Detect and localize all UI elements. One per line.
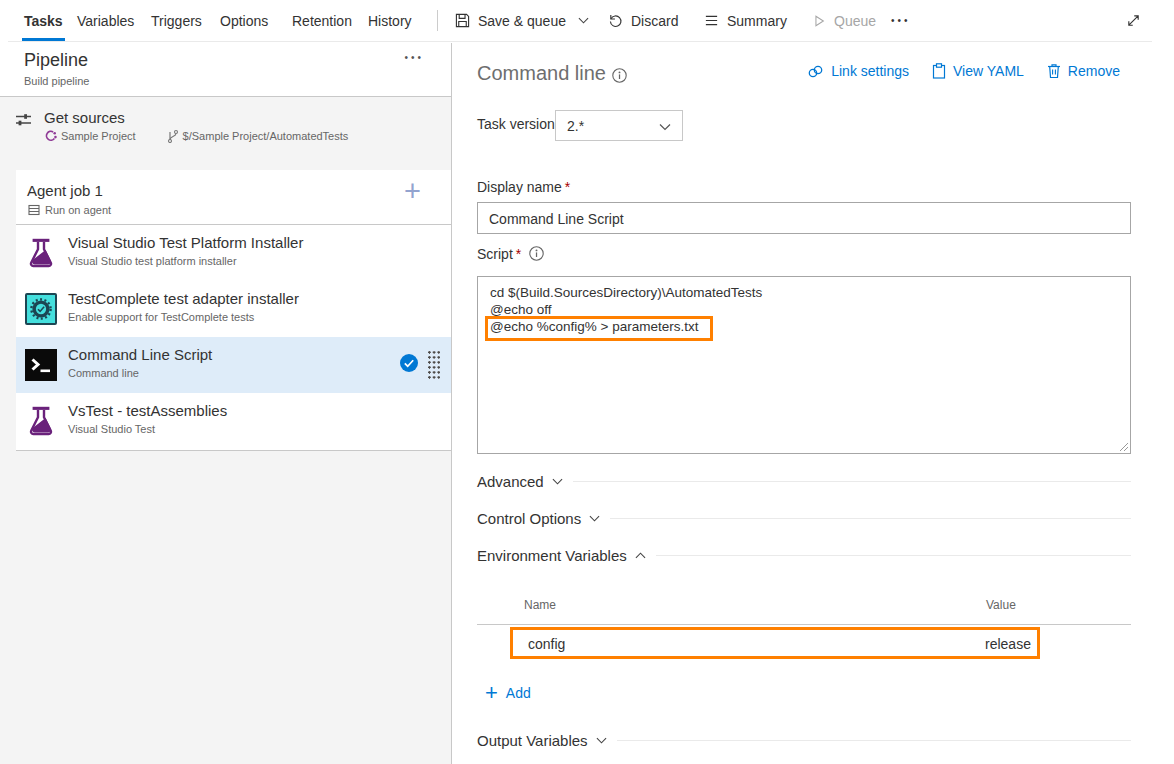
flask-icon [25,405,57,437]
env-table-name-header: Name [524,598,556,612]
chevron-down-icon [552,478,563,485]
chevron-down-icon [589,515,600,522]
tab-options[interactable]: Options [220,0,268,41]
task-row-testcomplete-adapter[interactable]: TestComplete test adapter installer Enab… [16,281,451,337]
more-actions-button[interactable]: ••• [891,0,911,41]
get-sources-title: Get sources [44,109,125,126]
link-icon [807,64,824,79]
task-row-vstest-platform-installer[interactable]: Visual Studio Test Platform Installer Vi… [16,225,451,281]
drag-handle[interactable] [428,351,440,380]
summary-button[interactable]: Summary [704,0,787,41]
tab-variables[interactable]: Variables [77,0,134,41]
tab-retention[interactable]: Retention [292,0,352,41]
section-environment-variables[interactable]: Environment Variables [477,547,1131,564]
pipeline-title: Pipeline [24,50,88,71]
list-icon [704,13,719,28]
agent-job-header[interactable]: Agent job 1 Run on agent + [16,170,451,225]
env-table-value-header: Value [986,598,1016,612]
fullscreen-icon[interactable] [1126,0,1141,41]
tab-history[interactable]: History [368,0,412,41]
pipeline-tree-panel: Pipeline Build pipeline ••• Get sources … [0,43,452,764]
clipboard-icon [932,63,946,79]
task-version-value: 2.* [567,118,584,134]
display-name-value: Command Line Script [489,211,624,227]
view-yaml-button[interactable]: View YAML [932,63,1024,79]
trash-icon [1047,63,1061,79]
env-row-highlight-annotation [510,627,1040,659]
display-name-label: Display name* [477,179,570,195]
top-toolbar: Tasks Variables Triggers Options Retenti… [0,0,1174,42]
pipeline-subtitle: Build pipeline [24,75,89,87]
section-output-variables[interactable]: Output Variables [477,732,1131,749]
plus-icon: + [485,684,498,702]
resize-grip-icon[interactable] [1119,442,1129,452]
pipeline-more-button[interactable]: ••• [404,52,424,63]
task-title: TestComplete test adapter installer [68,290,299,307]
script-textarea[interactable]: cd $(Build.SourcesDirectory)\AutomatedTe… [477,276,1131,454]
required-asterisk: * [516,246,521,262]
undo-icon [608,13,623,28]
script-line-2: @echo off [490,302,552,317]
branch-icon [166,129,179,143]
link-settings-button[interactable]: Link settings [807,63,909,79]
task-subtitle: Visual Studio Test [68,423,155,435]
task-title: Visual Studio Test Platform Installer [68,234,303,251]
get-sources-project: Sample Project [61,130,136,142]
pipeline-header[interactable]: Pipeline Build pipeline ••• [0,43,451,97]
required-asterisk: * [565,179,570,195]
section-advanced[interactable]: Advanced [477,473,1131,490]
chevron-down-icon [578,17,589,24]
chevron-up-icon [635,552,646,559]
script-line-1: cd $(Build.SourcesDirectory)\AutomatedTe… [490,285,762,300]
toolbar-divider [437,10,438,31]
task-row-command-line-script[interactable]: Command Line Script Command line [16,337,451,393]
display-name-input[interactable]: Command Line Script [477,202,1131,234]
agent-job-card: Agent job 1 Run on agent + Visual Studio… [16,170,451,451]
section-control-options[interactable]: Control Options [477,510,1131,527]
agent-job-title: Agent job 1 [27,182,103,199]
task-version-label: Task version [477,116,555,132]
task-settings-panel: Command line Link settings View YAML Rem… [452,43,1174,764]
task-title: VsTest - testAssemblies [68,402,227,419]
tab-tasks[interactable]: Tasks [24,0,63,41]
script-highlight-annotation [485,316,713,341]
queue-button[interactable]: Queue [812,0,876,41]
task-version-dropdown[interactable]: 2.* [555,110,683,141]
toolbar-bottom-border [8,41,1152,42]
terminal-icon [25,349,57,381]
save-and-queue-button[interactable]: Save & queue [455,0,589,41]
agent-job-subtitle: Run on agent [45,204,111,216]
save-icon [455,13,470,28]
info-icon[interactable] [612,68,627,83]
play-icon [812,14,826,28]
env-table-header-rule [477,624,1131,625]
task-subtitle: Enable support for TestComplete tests [68,311,254,323]
testcomplete-icon [25,293,57,325]
sliders-icon [15,112,32,128]
agent-icon [28,204,40,216]
discard-button[interactable]: Discard [608,0,678,41]
remove-button[interactable]: Remove [1047,63,1120,79]
selected-check-icon[interactable] [400,354,418,372]
project-icon [45,130,57,142]
tab-triggers[interactable]: Triggers [151,0,202,41]
chevron-down-icon [659,123,671,131]
add-variable-button[interactable]: + Add [485,684,531,702]
get-sources-path: $/Sample Project/AutomatedTests [183,130,349,142]
task-title: Command Line Script [68,346,212,363]
task-row-vstest-assemblies[interactable]: VsTest - testAssemblies Visual Studio Te… [16,393,451,449]
panel-title: Command line [477,62,606,85]
get-sources-item[interactable]: Get sources Sample Project $/Sample Proj… [0,98,451,162]
flask-icon [25,237,57,269]
task-subtitle: Visual Studio test platform installer [68,255,237,267]
info-icon[interactable] [529,246,544,261]
script-label: Script* [477,246,521,262]
add-task-button[interactable]: + [404,177,421,205]
chevron-down-icon [596,737,607,744]
task-subtitle: Command line [68,367,139,379]
